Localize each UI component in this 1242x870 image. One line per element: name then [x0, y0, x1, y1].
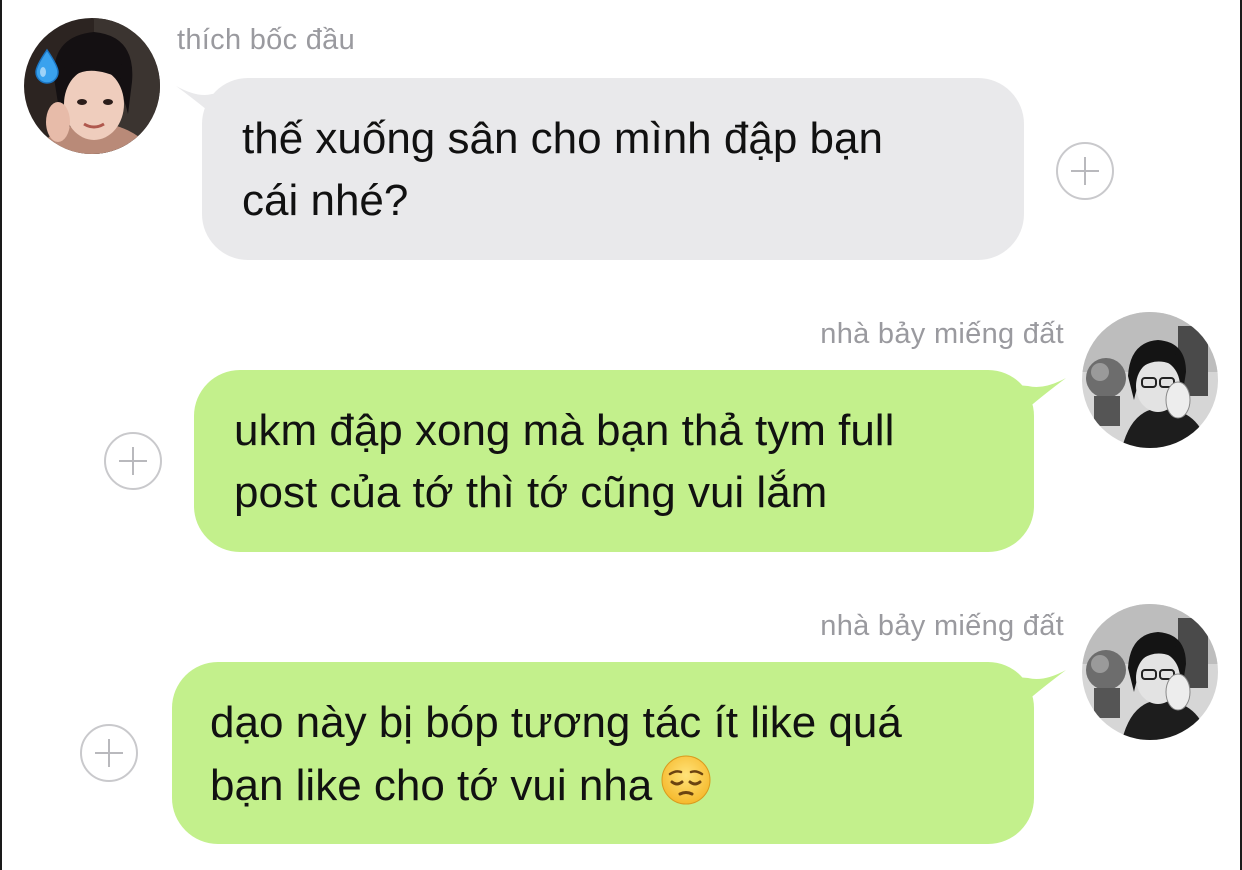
message-text-line: cái nhé? — [242, 176, 409, 225]
message-bubble[interactable]: ukm đập xong mà bạn thả tym full post củ… — [194, 370, 1034, 552]
avatar-sender-2[interactable] — [1082, 312, 1218, 448]
sender-name: thích bốc đầu — [177, 24, 356, 56]
message-bubble[interactable]: dạo này bị bóp tương tác ít like quá bạn… — [172, 662, 1034, 844]
pensive-face-icon — [661, 755, 711, 805]
message-bubble[interactable]: thế xuống sân cho mình đập bạn cái nhé? — [202, 78, 1024, 260]
message-text-line: dạo này bị bóp tương tác ít like quá — [210, 698, 902, 747]
avatar-sender-1[interactable] — [24, 18, 160, 154]
sender-name: nhà bảy miếng đất — [820, 610, 1064, 642]
sender-name: nhà bảy miếng đất — [820, 318, 1064, 350]
avatar-photo — [1082, 604, 1218, 740]
plus-circle-icon[interactable] — [1056, 142, 1114, 200]
sweat-droplet-icon — [35, 48, 59, 84]
plus-circle-icon[interactable] — [104, 432, 162, 490]
message-text-line: post của tớ thì tớ cũng vui lắm — [234, 468, 828, 517]
message-text-line-with-emoji: bạn like cho tớ vui nha — [210, 754, 994, 817]
plus-circle-icon[interactable] — [80, 724, 138, 782]
avatar-sender-2[interactable] — [1082, 604, 1218, 740]
frame-edge-left — [0, 0, 2, 870]
message-text: bạn like cho tớ vui nha — [210, 761, 653, 810]
message-text-line: thế xuống sân cho mình đập bạn — [242, 114, 883, 163]
avatar-photo — [24, 18, 160, 154]
message-text-line: ukm đập xong mà bạn thả tym full — [234, 406, 895, 455]
avatar-photo — [1082, 312, 1218, 448]
